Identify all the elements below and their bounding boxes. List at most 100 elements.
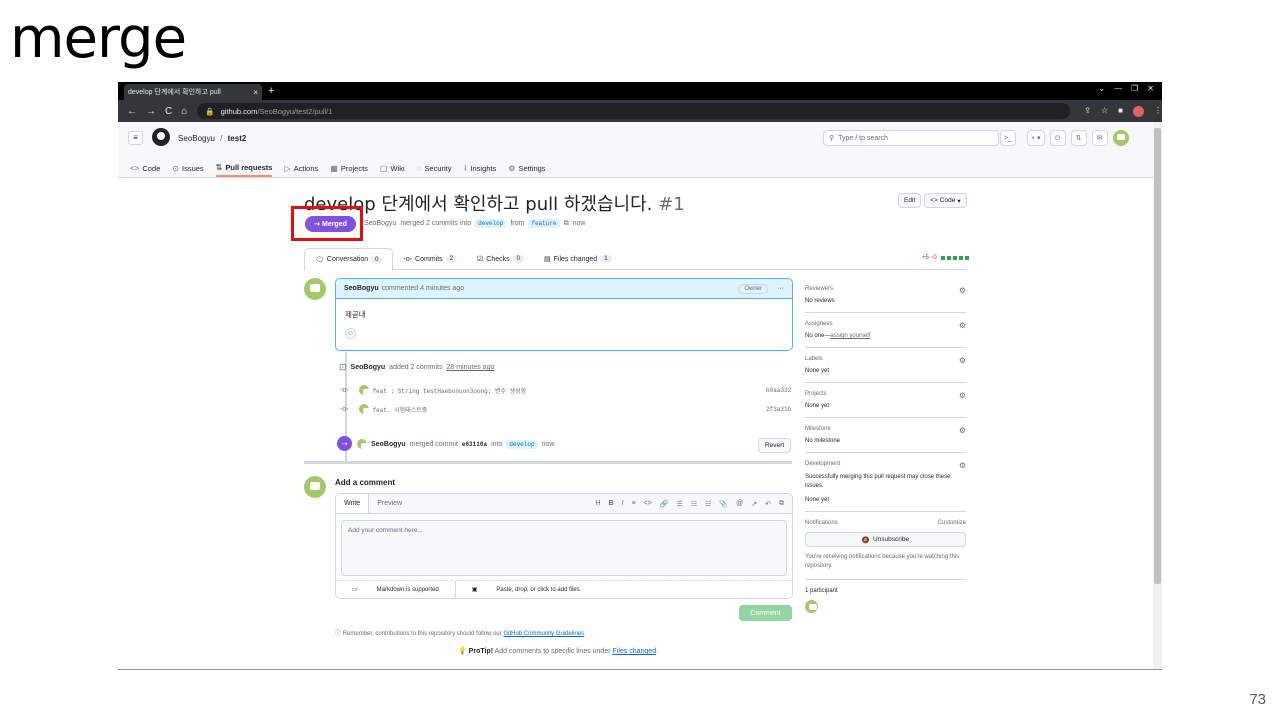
comment-author[interactable]: SeoBogyu [344,285,379,292]
revert-button[interactable]: Revert [758,438,792,453]
browser-tab[interactable]: develop 단계에서 확인하고 pull × [124,84,262,100]
home-icon[interactable]: ⌂ [181,106,187,117]
avatar[interactable] [358,404,371,414]
event-author[interactable]: SeoBogyu [371,441,406,448]
repo-tab-security[interactable]: ◌ Security [417,159,452,177]
comment-textarea[interactable]: Add your comment here... [341,520,787,576]
gear-icon[interactable]: ⚙ [959,426,966,435]
event-time[interactable]: 28 minutes ago [446,364,494,371]
gear-icon[interactable]: ⚙ [959,321,966,330]
task-list-icon[interactable]: ☳ [705,500,711,508]
customize-link[interactable]: Customize [938,520,966,526]
gear-icon[interactable]: ⚙ [959,286,966,295]
base-branch[interactable]: develop [475,219,507,228]
breadcrumb-repo[interactable]: test2 [228,134,247,143]
reload-icon[interactable]: C [165,106,172,117]
repo-tab-pull-requests[interactable]: ⇅ Pull requests [215,159,273,177]
back-icon[interactable]: ← [127,106,137,117]
close-window-icon[interactable]: ✕ [1147,84,1154,93]
tab-checks[interactable]: ☑ Checks 0 [467,248,534,270]
commit-sha[interactable]: 2f3a31b [766,406,791,413]
tab-files-changed[interactable]: ▤ Files changed 1 [534,248,622,270]
link-icon[interactable]: 🔗 [660,500,669,508]
sidebar-label[interactable]: Assignees [805,321,966,327]
copy-icon[interactable]: ⧉ [564,220,569,228]
user-avatar[interactable] [1112,130,1129,146]
sidebar-label[interactable]: Milestone [805,426,966,432]
commit-message[interactable]: feat. 시험테스트중 [373,405,428,414]
github-logo-icon[interactable] [152,128,170,146]
create-new-button[interactable]: + ▾ [1027,130,1045,146]
reply-icon[interactable]: ↶ [765,500,771,508]
merge-author[interactable]: SeoBogyu [364,220,396,227]
unsubscribe-button[interactable]: 🔕 Unsubscribe [805,532,966,547]
share-icon[interactable]: ⇪ [1084,106,1091,117]
code-icon[interactable]: <> [644,500,652,507]
files-changed-link[interactable]: Files changed [613,648,657,655]
scrollbar[interactable] [1153,122,1162,669]
new-tab-icon[interactable]: + [268,85,274,97]
tab-commits[interactable]: -o- Commits 2 [393,248,467,270]
cross-reference-icon[interactable]: ↗ [751,500,757,508]
unordered-list-icon[interactable]: ☷ [691,500,697,508]
avatar[interactable] [358,385,371,395]
commit-message[interactable]: feat : String testHaebonuon3oong; 변수 생성함 [373,386,527,395]
code-button[interactable]: <> Code ▾ [924,193,967,208]
repo-tab-projects[interactable]: ▦ Projects [330,159,368,177]
attach-files[interactable]: ▣ Paste, drop, or click to add files [456,586,596,594]
sidebar-label[interactable]: Reviewers [805,286,966,292]
gear-icon[interactable]: ⚙ [959,356,966,365]
repo-tab-wiki[interactable]: ▢ Wiki [380,159,405,177]
attach-icon[interactable]: 📎 [719,500,728,508]
inbox-icon[interactable]: ✉ [1091,130,1108,146]
avatar[interactable] [357,439,369,449]
repo-tab-code[interactable]: <> Code [130,159,160,177]
search-input[interactable]: ⚲ Type / to search [823,130,999,146]
mention-icon[interactable]: @ [736,500,743,507]
event-author[interactable]: SeoBogyu [351,364,386,371]
bold-icon[interactable]: B [609,500,614,507]
sidebar-label[interactable]: Development [805,461,966,467]
comment-submit-button[interactable]: Comment [739,605,792,621]
url-field[interactable]: 🔒 github.com/SeoBogyu/test2/pull/1 [197,103,1071,119]
scrollbar-thumb[interactable] [1154,128,1161,584]
repo-tab-insights[interactable]: ⌇ Insights [464,159,497,177]
pull-requests-icon[interactable]: ⇅ [1070,130,1087,146]
sidebar-label[interactable]: Labels [805,356,966,362]
repo-tab-issues[interactable]: ⊙ Issues [172,159,203,177]
minimize-icon[interactable]: — [1114,84,1122,93]
close-tab-icon[interactable]: × [253,88,258,97]
sidebar-label[interactable]: Projects [805,391,966,397]
quote-icon[interactable]: ≡ [632,500,636,507]
issues-icon[interactable]: ⊙ [1049,130,1066,146]
participant-avatar[interactable] [805,600,818,613]
command-palette-icon[interactable]: >_ [1000,130,1016,146]
bookmark-star-icon[interactable]: ☆ [1101,106,1108,117]
profile-avatar[interactable] [1133,105,1144,117]
commit-sha[interactable]: b0aa332 [766,387,791,394]
smiley-icon[interactable]: ☺ [345,328,356,339]
fullscreen-icon[interactable]: ⧉ [779,500,784,508]
assign-yourself-link[interactable]: assign yourself [830,333,870,339]
italic-icon[interactable]: I [622,500,624,507]
guidelines-link[interactable]: GitHub Community Guidelines [503,631,584,637]
breadcrumb-owner[interactable]: SeoBogyu [178,134,215,143]
forward-icon[interactable]: → [146,106,156,117]
numbered-list-icon[interactable]: ☰ [677,500,683,508]
gear-icon[interactable]: ⚙ [959,391,966,400]
menu-kebab-icon[interactable]: ⋮ [1154,106,1162,117]
tab-conversation[interactable]: 🗨 Conversation 0 [304,248,394,271]
repo-tab-settings[interactable]: ⚙ Settings [508,159,545,177]
merge-branch[interactable]: develop [506,439,538,449]
heading-icon[interactable]: H [596,500,601,507]
tab-write[interactable]: Write [336,494,370,513]
markdown-note[interactable]: ▭ Markdown is supported [336,580,456,599]
gear-icon[interactable]: ⚙ [959,461,966,470]
repo-tab-actions[interactable]: ▷ Actions [284,159,318,177]
sidepanel-icon[interactable]: ■ [1118,106,1123,117]
restore-icon[interactable]: ❐ [1131,84,1138,93]
tab-search-icon[interactable]: ⌄ [1098,84,1105,93]
edit-button[interactable]: Edit [898,193,922,208]
avatar[interactable] [304,278,326,300]
comment-menu-icon[interactable]: ··· [777,285,784,292]
